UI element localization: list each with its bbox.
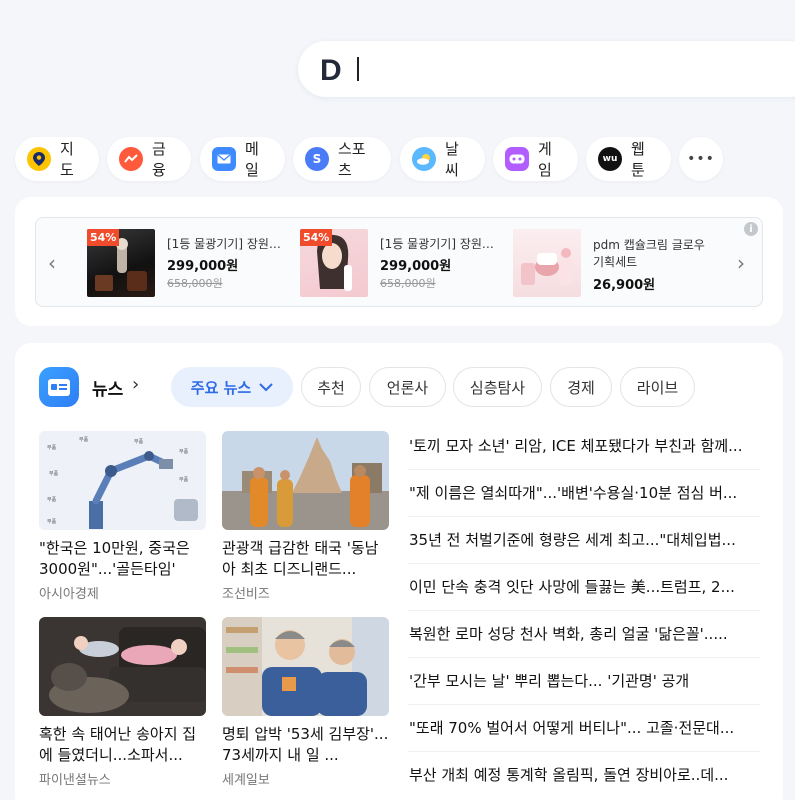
- tab-economy[interactable]: 경제: [550, 367, 612, 407]
- product-original-price: 658,000원: [167, 277, 223, 290]
- news-source[interactable]: 아시아경제: [39, 583, 99, 602]
- tab-recommended[interactable]: 추천: [301, 367, 361, 407]
- svg-text:부품: 부품: [79, 437, 89, 443]
- quick-link-label: 날씨: [445, 140, 459, 179]
- shopping-card: ‹ › i 54% [1등 물광기기] 장원영... 299,000원 658,…: [15, 197, 783, 326]
- product-price: 26,900원: [593, 278, 656, 293]
- headline-item[interactable]: 부산 개최 예정 통계학 올림픽, 돌연 장비아로..데...: [408, 752, 760, 799]
- quick-link-mail[interactable]: 메일: [200, 137, 285, 181]
- news-source[interactable]: 조선비즈: [222, 583, 270, 602]
- search-bar[interactable]: D: [298, 41, 795, 97]
- quick-link-map[interactable]: 지도: [15, 137, 99, 181]
- product-image: 54%: [87, 229, 155, 297]
- quick-link-label: 웹툰: [631, 140, 645, 179]
- product-item[interactable]: 54% [1등 물광기기] 장원영... 299,000원 658,000원: [87, 229, 289, 297]
- carousel-next-icon[interactable]: ›: [737, 251, 745, 275]
- tab-live[interactable]: 라이브: [620, 367, 695, 407]
- svg-text:부품: 부품: [47, 445, 57, 451]
- game-icon: [505, 147, 529, 171]
- product-name: [1등 물광기기] 장원영...: [167, 237, 289, 251]
- mail-icon: [212, 147, 236, 171]
- discount-badge: 54%: [87, 229, 120, 246]
- headline-item[interactable]: 35년 전 처벌기준에 형량은 세계 최고..."대체입법...: [408, 517, 760, 564]
- chevron-right-icon[interactable]: ›: [132, 374, 139, 395]
- news-thumbnail-title[interactable]: "한국은 10만원, 중국은 3000원"...'골든타임' 놓...: [39, 538, 207, 580]
- more-dots-icon: •••: [687, 151, 715, 167]
- quick-link-label: 스포츠: [338, 140, 366, 179]
- headline-item[interactable]: '간부 모시는 날' 뿌리 뽑는다... '기관명' 공개: [408, 658, 760, 705]
- news-thumbnail-title[interactable]: 혹한 속 태어난 송아지 집에 들였더니...소파서...: [39, 724, 207, 766]
- news-source[interactable]: 세계일보: [222, 769, 270, 788]
- news-thumbnail-title[interactable]: 명퇴 압박 '53세 김부장'... 73세까지 내 일 ...: [222, 724, 390, 766]
- svg-text:부품: 부품: [179, 477, 189, 483]
- quick-link-webtoon[interactable]: wu 웹툰: [586, 137, 671, 181]
- finance-chart-icon: [119, 147, 143, 171]
- news-thumbnail[interactable]: [39, 617, 206, 716]
- product-name: [1등 물광기기] 장원영...: [380, 237, 502, 251]
- product-original-price: 658,000원: [380, 277, 436, 290]
- search-input-cursor: [357, 57, 359, 81]
- product-image: 54%: [300, 229, 368, 297]
- news-icon: [39, 367, 79, 407]
- news-thumbnail[interactable]: [222, 617, 389, 716]
- quick-link-label: 게임: [538, 140, 552, 179]
- svg-text:부품: 부품: [47, 497, 57, 503]
- shopping-ad-carousel: ‹ › i 54% [1등 물광기기] 장원영... 299,000원 658,…: [35, 217, 763, 307]
- discount-badge: 54%: [300, 229, 333, 246]
- news-card: 뉴스 › 주요 뉴스 추천 언론사 심층탐사 경제 라이브 부품 부품 부품 부품 부품…: [15, 343, 783, 800]
- quick-link-label: 금융: [152, 140, 166, 179]
- quick-link-sports[interactable]: S 스포츠: [293, 137, 391, 181]
- news-thumbnail[interactable]: [222, 431, 389, 530]
- svg-text:부품: 부품: [49, 471, 59, 477]
- news-source[interactable]: 파이낸셜뉴스: [39, 769, 111, 788]
- news-thumbnail-title[interactable]: 관광객 급감한 태국 '동남아 최초 디즈니랜드...: [222, 538, 390, 580]
- product-image: [513, 229, 581, 297]
- headline-list: '토끼 모자 소년' 리암, ICE 체포됐다가 부친과 함께... "제 이름…: [408, 423, 760, 799]
- quick-link-weather[interactable]: 날씨: [400, 137, 485, 181]
- headline-item[interactable]: '토끼 모자 소년' 리암, ICE 체포됐다가 부친과 함께...: [408, 423, 760, 470]
- news-section-title[interactable]: 뉴스: [92, 375, 123, 400]
- sports-icon: S: [305, 147, 329, 171]
- daum-logo[interactable]: D: [320, 54, 342, 88]
- headline-item[interactable]: 복원한 로마 성당 천사 벽화, 총리 얼굴 '닮은꼴'.....: [408, 611, 760, 658]
- product-item[interactable]: pdm 캡슐크림 글로우 기획세트 26,900원: [513, 229, 715, 297]
- news-thumbnail[interactable]: 부품 부품 부품 부품 부품 부품 부품 부품: [39, 431, 206, 530]
- tab-main-news[interactable]: 주요 뉴스: [171, 367, 293, 407]
- product-price: 299,000원: [167, 259, 239, 274]
- headline-item[interactable]: "또래 70% 벌어서 어떻게 버티나"... 고졸·전문대...: [408, 705, 760, 752]
- map-pin-icon: [27, 147, 51, 171]
- more-services-button[interactable]: •••: [679, 137, 723, 181]
- carousel-prev-icon[interactable]: ‹: [48, 251, 56, 275]
- chevron-down-icon: [259, 382, 273, 391]
- quick-link-label: 지도: [60, 140, 74, 179]
- svg-text:부품: 부품: [47, 519, 57, 525]
- ad-info-icon[interactable]: i: [744, 222, 758, 236]
- quick-link-finance[interactable]: 금융: [107, 137, 191, 181]
- quick-link-game[interactable]: 게임: [493, 137, 578, 181]
- product-price: 299,000원: [380, 259, 452, 274]
- quick-link-label: 메일: [245, 140, 259, 179]
- product-item[interactable]: 54% [1등 물광기기] 장원영... 299,000원 658,000원: [300, 229, 502, 297]
- product-name: pdm 캡슐크림 글로우 기획세트: [593, 238, 705, 269]
- headline-item[interactable]: 이민 단속 충격 잇단 사망에 들끓는 美...트럼프, 2...: [408, 564, 760, 611]
- weather-icon: [412, 147, 436, 171]
- webtoon-icon: wu: [598, 147, 622, 171]
- headline-item[interactable]: "제 이름은 열쇠따개"...'배변'수용실·10분 점심 버...: [408, 470, 760, 517]
- svg-text:부품: 부품: [179, 449, 189, 455]
- tab-press[interactable]: 언론사: [369, 367, 446, 407]
- svg-text:부품: 부품: [134, 439, 144, 445]
- tab-in-depth[interactable]: 심층탐사: [453, 367, 542, 407]
